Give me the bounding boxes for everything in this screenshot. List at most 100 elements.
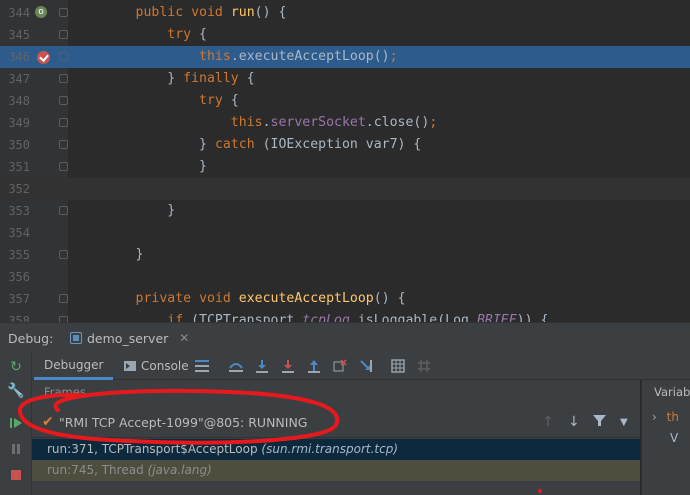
arrow-up-icon[interactable]: ↑ <box>542 414 554 430</box>
variable-name: V <box>670 431 679 445</box>
code-line[interactable]: 356 <box>0 266 690 288</box>
show-execution-point-icon[interactable] <box>227 357 245 375</box>
code-line[interactable]: 349 this.serverSocket.close(); <box>0 112 690 134</box>
code-text: } finally { <box>167 71 255 86</box>
code-text: this.serverSocket.close(); <box>230 115 438 130</box>
code-text: private void executeAcceptLoop() { <box>135 291 406 306</box>
fold-marker-icon[interactable] <box>59 118 68 127</box>
fold-marker-icon[interactable] <box>59 294 68 303</box>
trace-icon[interactable] <box>415 357 433 375</box>
frames-panel: Frames ✔ "RMI TCP Accept-1099"@805: RUNN… <box>32 380 640 495</box>
frame-row[interactable]: run:371, TCPTransport$AcceptLoop (sun.rm… <box>32 439 640 460</box>
tab-debugger[interactable]: Debugger <box>34 352 114 380</box>
fold-marker-icon[interactable] <box>59 250 68 259</box>
dropdown-arrow-icon[interactable]: ▼ <box>620 417 628 428</box>
line-number[interactable]: 354 <box>4 222 30 244</box>
code-line[interactable]: 347 } finally { <box>0 68 690 90</box>
thread-selector[interactable]: ✔ "RMI TCP Accept-1099"@805: RUNNING ↑ ↓… <box>32 408 640 438</box>
line-number[interactable]: 352 <box>4 178 30 200</box>
frame-package: (sun.rmi.transport.tcp) <box>261 442 399 456</box>
fold-marker-icon[interactable] <box>59 162 68 171</box>
debug-tool-window-header: Debug: demo_server ✕ <box>0 322 690 352</box>
application-icon <box>70 332 82 344</box>
pause-icon[interactable] <box>7 440 25 458</box>
fold-marker-icon[interactable] <box>59 206 68 215</box>
line-number[interactable]: 351 <box>4 156 30 178</box>
code-text: } <box>167 203 176 218</box>
code-line[interactable]: 357 private void executeAcceptLoop() { <box>0 288 690 310</box>
code-text: this.executeAcceptLoop(); <box>199 49 398 64</box>
frame-package: (java.lang) <box>147 463 212 477</box>
variable-row[interactable]: › th <box>652 410 679 424</box>
stop-icon[interactable] <box>7 466 25 484</box>
fold-marker-icon[interactable] <box>59 140 68 149</box>
code-text: try { <box>199 93 239 108</box>
console-label: Console <box>141 359 189 373</box>
line-number[interactable]: 347 <box>4 68 30 90</box>
code-text: } <box>135 247 144 262</box>
fold-marker-icon[interactable] <box>59 8 68 17</box>
wrench-icon[interactable]: 🔧 <box>7 382 25 400</box>
variables-title: Variabl <box>654 385 690 399</box>
evaluate-expression-icon[interactable] <box>389 357 407 375</box>
line-number[interactable]: 358 <box>4 310 30 322</box>
line-number[interactable]: 355 <box>4 244 30 266</box>
arrow-down-icon[interactable]: ↓ <box>568 414 580 430</box>
code-text: try { <box>167 27 207 42</box>
rerun-icon[interactable]: ↻ <box>7 358 25 376</box>
line-number[interactable]: 350 <box>4 134 30 156</box>
code-text: if (TCPTransport.tcpLog.isLoggable(Log.B… <box>167 313 549 322</box>
check-icon: ✔ <box>42 414 54 430</box>
line-number[interactable]: 356 <box>4 266 30 288</box>
code-text: public void run() { <box>135 5 287 20</box>
filter-icon[interactable] <box>593 414 606 431</box>
fold-marker-icon[interactable] <box>59 52 68 61</box>
tab-console[interactable]: Console <box>114 352 199 380</box>
frame-method: run:371, TCPTransport$AcceptLoop <box>47 442 258 456</box>
line-number[interactable]: 344 <box>4 2 30 24</box>
code-line[interactable]: 351 } <box>0 156 690 178</box>
thread-name: "RMI TCP Accept-1099"@805: RUNNING <box>59 415 308 430</box>
resume-icon[interactable] <box>7 414 25 432</box>
line-number[interactable]: 349 <box>4 112 30 134</box>
variable-row[interactable]: V <box>670 431 678 445</box>
code-editor[interactable]: 344 o public void run() {345 try {346 thi… <box>0 0 690 322</box>
step-out-icon[interactable] <box>305 357 323 375</box>
fold-marker-icon[interactable] <box>59 74 68 83</box>
variables-panel: Variabl › th V <box>641 380 690 495</box>
line-number[interactable]: 346 <box>4 46 30 68</box>
code-line[interactable]: 344 o public void run() { <box>0 2 690 24</box>
step-over-icon[interactable] <box>253 357 271 375</box>
code-line[interactable]: 350 } catch (IOException var7) { <box>0 134 690 156</box>
debug-sidebar: ↻ 🔧 <box>0 352 32 495</box>
step-into-icon[interactable] <box>279 357 297 375</box>
debug-label: Debug: <box>8 331 54 346</box>
line-number[interactable]: 345 <box>4 24 30 46</box>
expand-arrow-icon[interactable]: › <box>652 410 657 424</box>
drop-frame-icon[interactable] <box>331 357 349 375</box>
line-number[interactable]: 348 <box>4 90 30 112</box>
fold-marker-icon[interactable] <box>59 96 68 105</box>
code-text: } catch (IOException var7) { <box>199 137 422 152</box>
line-number[interactable]: 357 <box>4 288 30 310</box>
code-line[interactable]: 346 this.executeAcceptLoop(); <box>0 46 690 68</box>
close-icon[interactable]: ✕ <box>179 331 189 345</box>
frame-row[interactable]: run:745, Thread (java.lang) <box>32 460 640 481</box>
implements-method-icon[interactable]: o <box>35 6 47 18</box>
run-config-tab[interactable]: demo_server ✕ <box>64 327 197 349</box>
line-number[interactable]: 353 <box>4 200 30 222</box>
fold-marker-icon[interactable] <box>59 30 68 39</box>
code-line[interactable]: 352 <box>0 178 690 200</box>
code-line[interactable]: 355 } <box>0 244 690 266</box>
debugger-toolbar: Debugger Console <box>32 352 690 380</box>
console-icon <box>124 361 136 371</box>
layout-menu-icon[interactable] <box>193 357 211 375</box>
run-to-cursor-icon[interactable] <box>357 357 375 375</box>
code-line[interactable]: 345 try { <box>0 24 690 46</box>
frame-method: run:745, Thread <box>47 463 144 477</box>
code-line[interactable]: 354 <box>0 222 690 244</box>
code-line[interactable]: 358 if (TCPTransport.tcpLog.isLoggable(L… <box>0 310 690 322</box>
code-line[interactable]: 348 try { <box>0 90 690 112</box>
code-line[interactable]: 353 } <box>0 200 690 222</box>
breakpoint-icon[interactable] <box>37 51 50 64</box>
